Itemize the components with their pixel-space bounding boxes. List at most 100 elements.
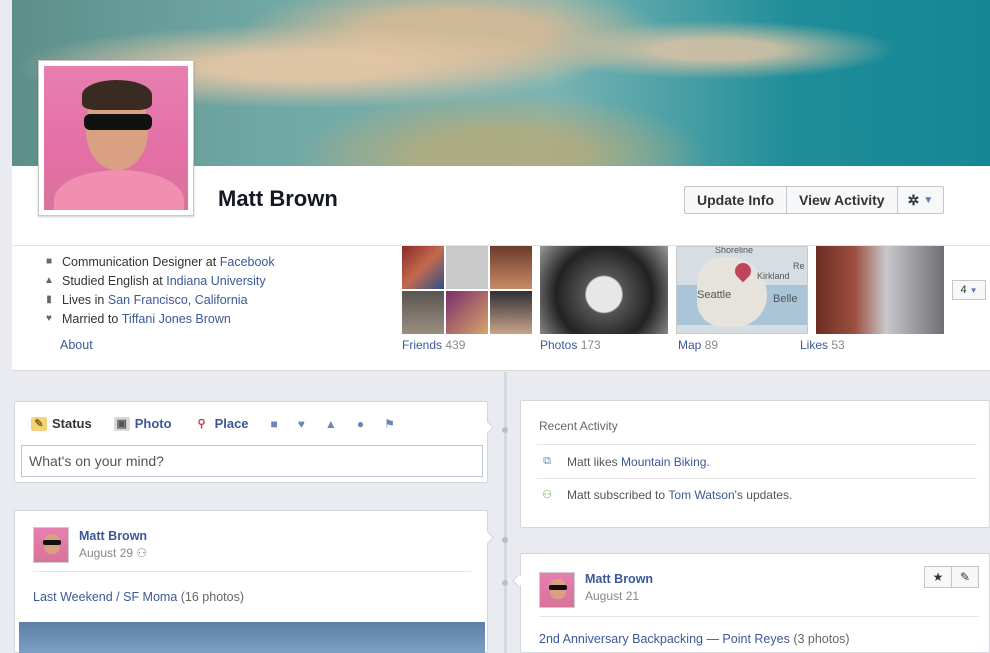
home-icon: ▮: [46, 294, 52, 305]
timeline-line: [504, 372, 507, 653]
friend-thumb: [446, 246, 488, 289]
album-photo-count: (3 photos): [793, 632, 850, 646]
photos-count: 173: [580, 338, 601, 352]
pencil-icon: ✎: [31, 416, 47, 431]
map-count: 89: [704, 338, 719, 352]
map-place-label: Shoreline: [715, 246, 754, 255]
friends-label[interactable]: Friends 439: [402, 338, 465, 352]
album-title[interactable]: Last Weekend / SF Moma (16 photos): [33, 590, 244, 604]
likes-label[interactable]: Likes 53: [800, 338, 845, 352]
briefcase-icon[interactable]: ■: [271, 417, 278, 431]
timeline-post: Matt Brown August 21 ★ ✎ 2nd Anniversary…: [520, 553, 990, 653]
activity-suffix: .: [706, 455, 710, 469]
post-author[interactable]: Matt Brown: [79, 529, 147, 543]
tab-place-label: Place: [214, 416, 249, 431]
info-work: ■ Communication Designer at Facebook: [42, 252, 275, 271]
info-text: Married to: [62, 311, 119, 326]
map-place-label: Re: [793, 261, 805, 271]
photos-tile[interactable]: [540, 246, 668, 334]
status-input[interactable]: What's on your mind?: [21, 445, 483, 477]
heart-icon[interactable]: ♥: [298, 417, 305, 431]
profile-picture-image: [44, 66, 188, 210]
chevron-down-icon: ▼: [923, 194, 934, 206]
subscribe-icon: ⚇: [542, 489, 552, 501]
info-education: ▲ Studied English at Indiana University: [42, 271, 275, 290]
heart-icon: ♥: [46, 313, 52, 324]
chevron-down-icon: ▼: [969, 285, 978, 295]
info-link-city[interactable]: San Francisco, California: [108, 293, 248, 307]
post-photo[interactable]: [19, 622, 485, 653]
friend-thumb: [402, 246, 444, 289]
info-link-employer[interactable]: Facebook: [220, 255, 275, 269]
friend-thumb: [402, 291, 444, 334]
people-icon: ⚇: [136, 546, 148, 560]
profile-name[interactable]: Matt Brown: [218, 186, 338, 212]
friend-thumb: [490, 246, 532, 289]
avatar[interactable]: [539, 572, 575, 608]
post-author[interactable]: Matt Brown: [585, 572, 653, 586]
map-place-label: Kirkland: [757, 271, 790, 281]
tab-status[interactable]: ✎ Status: [31, 416, 92, 431]
activity-link-page[interactable]: Mountain Biking: [621, 455, 706, 469]
more-sections-count: 4: [960, 284, 967, 296]
profile-picture[interactable]: [38, 60, 194, 216]
timeline-post: Matt Brown August 29 ⚇ Last Weekend / SF…: [14, 510, 488, 653]
flag-icon[interactable]: ⚑: [384, 417, 395, 431]
view-activity-button[interactable]: View Activity: [786, 186, 898, 214]
post-actions: ★ ✎: [924, 566, 979, 588]
friends-tile[interactable]: [402, 246, 532, 334]
friends-count: 439: [445, 338, 466, 352]
tab-photo[interactable]: ▣ Photo: [113, 416, 172, 431]
photos-label-text: Photos: [540, 338, 578, 352]
post-date: August 21: [585, 589, 640, 603]
composer-tabs: ✎ Status ▣ Photo ⚲ Place ■ ♥ ▲ ● ⚑: [31, 416, 415, 431]
info-link-spouse[interactable]: Tiffani Jones Brown: [122, 312, 231, 326]
avatar[interactable]: [33, 527, 69, 563]
activity-link-person[interactable]: Tom Watson: [668, 488, 734, 502]
friend-thumb: [490, 291, 532, 334]
timeline-dot: [502, 580, 508, 586]
briefcase-icon: ■: [45, 256, 53, 267]
health-icon[interactable]: ●: [357, 417, 364, 431]
recent-activity-item: ⚇ Matt subscribed to Tom Watson's update…: [539, 488, 792, 502]
update-info-button[interactable]: Update Info: [684, 186, 787, 214]
photos-label[interactable]: Photos 173: [540, 338, 601, 352]
recent-divider: [537, 444, 977, 445]
home-icon[interactable]: ▲: [325, 417, 337, 431]
map-place-label: Seattle: [697, 289, 732, 301]
post-date-text: August 29: [79, 546, 134, 560]
recent-activity-card: Recent Activity ⧉ Matt likes Mountain Bi…: [520, 400, 990, 528]
info-link-school[interactable]: Indiana University: [166, 274, 265, 288]
map-place-label: Belle: [773, 293, 798, 305]
settings-dropdown-button[interactable]: ✲ ▼: [896, 186, 945, 214]
star-icon[interactable]: ★: [924, 566, 952, 588]
info-text: Communication Designer at: [62, 254, 217, 269]
tab-status-label: Status: [52, 416, 92, 431]
map-tile[interactable]: Shoreline Seattle Belle Kirkland Re: [676, 246, 808, 334]
likes-tile[interactable]: [816, 246, 944, 334]
album-title-text: 2nd Anniversary Backpacking — Point Reye…: [539, 632, 790, 646]
pencil-icon[interactable]: ✎: [951, 566, 979, 588]
timeline-dot: [502, 427, 508, 433]
likes-label-text: Likes: [800, 338, 829, 352]
post-divider: [539, 616, 979, 617]
tab-place[interactable]: ⚲ Place: [194, 416, 249, 431]
status-composer: ✎ Status ▣ Photo ⚲ Place ■ ♥ ▲ ● ⚑ What's o…: [14, 401, 488, 483]
info-text: Lives in: [62, 292, 105, 307]
map-label-text: Map: [678, 338, 702, 352]
profile-info-list: ■ Communication Designer at Facebook ▲ S…: [42, 252, 275, 328]
map-label[interactable]: Map 89: [678, 338, 718, 352]
location-pin-icon: ⚲: [197, 417, 206, 430]
friends-label-text: Friends: [402, 338, 443, 352]
album-title[interactable]: 2nd Anniversary Backpacking — Point Reye…: [539, 632, 850, 646]
activity-suffix: 's updates.: [734, 488, 793, 502]
info-text: Studied English at: [62, 273, 163, 288]
more-sections-button[interactable]: 4 ▼: [952, 280, 986, 300]
status-input-placeholder: What's on your mind?: [29, 453, 164, 469]
info-relationship: ♥ Married to Tiffani Jones Brown: [42, 309, 275, 328]
album-photo-count: (16 photos): [180, 590, 244, 604]
post-date: August 29 ⚇: [79, 546, 147, 560]
like-page-icon: ⧉: [543, 455, 551, 467]
about-link[interactable]: About: [60, 338, 93, 352]
recent-activity-title: Recent Activity: [539, 419, 618, 433]
